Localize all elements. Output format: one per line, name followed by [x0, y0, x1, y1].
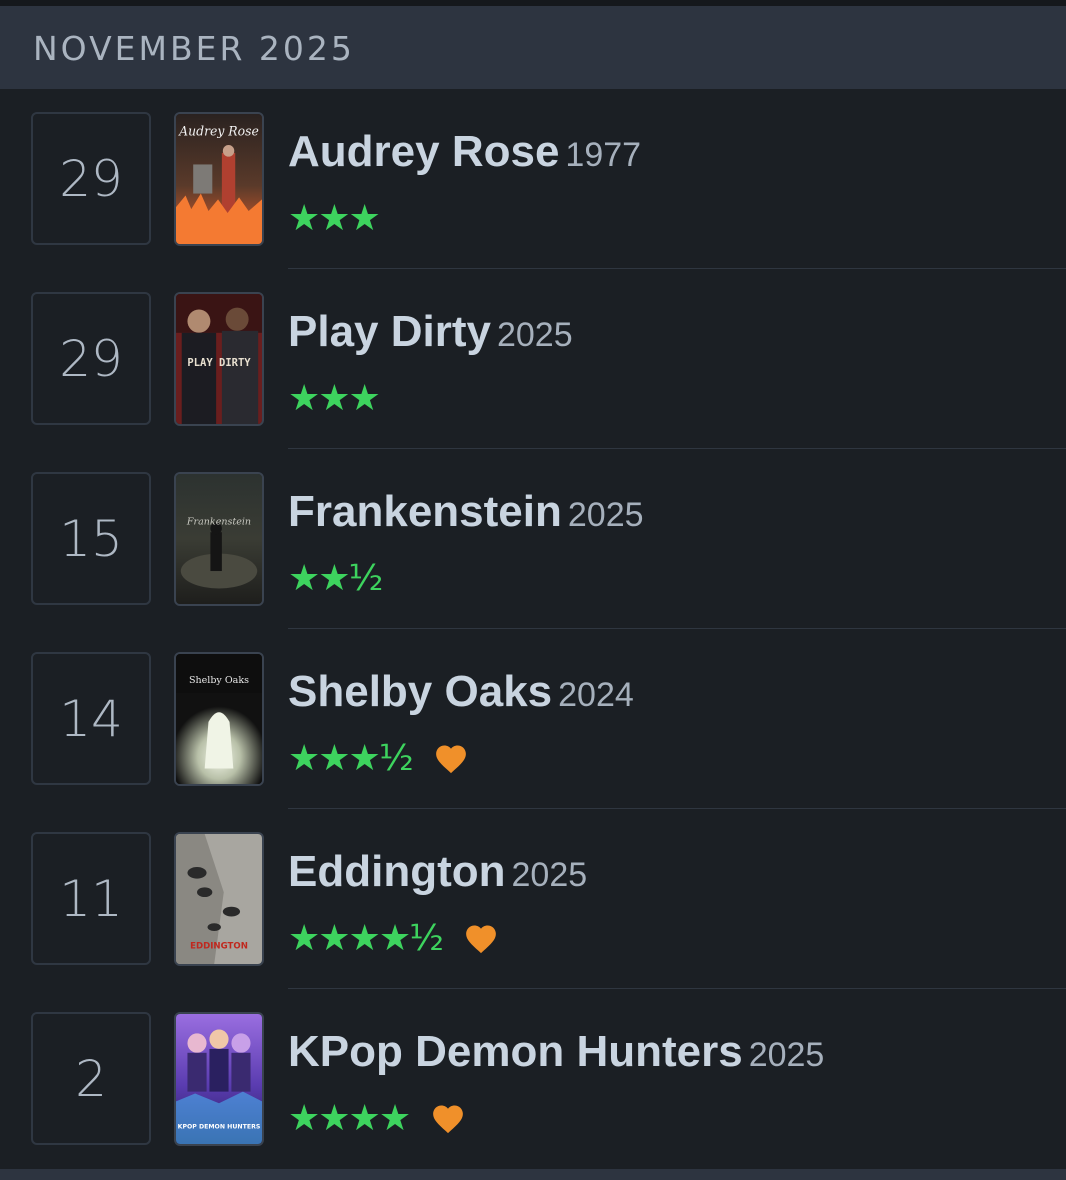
- day-number: 11: [59, 869, 123, 928]
- film-title[interactable]: Eddington: [288, 847, 506, 896]
- day-box[interactable]: 29: [31, 112, 151, 245]
- day-number: 15: [59, 509, 123, 568]
- bottom-edge: [0, 1169, 1066, 1180]
- film-title[interactable]: KPop Demon Hunters: [288, 1027, 743, 1076]
- day-box[interactable]: 15: [31, 472, 151, 605]
- star-rating: ★★½: [288, 558, 383, 599]
- film-poster[interactable]: Shelby Oaks: [174, 652, 264, 786]
- poster-title-text: EDDINGTON: [190, 941, 248, 951]
- rating: ★★★★½: [288, 919, 498, 959]
- rating: ★★★: [288, 378, 381, 419]
- film-poster[interactable]: EDDINGTON: [174, 832, 264, 966]
- film-year[interactable]: 2025: [512, 856, 588, 894]
- month-title: NOVEMBER 2025: [33, 29, 355, 68]
- day-box[interactable]: 14: [31, 652, 151, 785]
- film-title-line[interactable]: KPop Demon Hunters 2025: [288, 1027, 824, 1087]
- rating: ★★½: [288, 558, 383, 599]
- poster-title-text: Frankenstein: [186, 516, 251, 527]
- rating: ★★★: [288, 198, 381, 239]
- film-year[interactable]: 2025: [568, 496, 644, 534]
- diary-entry[interactable]: 14 Shelby Oaks Shelby Oaks 2024 ★★★½: [0, 629, 1066, 809]
- film-poster[interactable]: Frankenstein: [174, 472, 264, 606]
- poster-title-text: PLAY DIRTY: [187, 357, 251, 369]
- rating: ★★★½: [288, 739, 468, 779]
- diary-entry[interactable]: 15 Frankenstein Frankenstein 2025 ★★½: [0, 449, 1066, 629]
- film-poster[interactable]: Audrey Rose: [174, 112, 264, 246]
- diary-entry[interactable]: 29 Audrey Rose Audrey Rose 1977 ★★★: [0, 89, 1066, 269]
- film-title-line[interactable]: Play Dirty 2025: [288, 307, 573, 367]
- diary-entry[interactable]: 2 KPOP DEMON HUNTERS KPop Demon Hunters …: [0, 989, 1066, 1169]
- heart-icon: [435, 745, 466, 774]
- diary-entry[interactable]: 29 PLAY DIRTY Play Dirty 2025 ★★★: [0, 269, 1066, 449]
- star-rating: ★★★½: [288, 738, 414, 779]
- film-year[interactable]: 2025: [749, 1036, 825, 1074]
- film-title-line[interactable]: Shelby Oaks 2024: [288, 667, 634, 727]
- film-year[interactable]: 2025: [497, 316, 573, 354]
- rating: ★★★★: [288, 1099, 465, 1139]
- star-rating: ★★★★½: [288, 918, 444, 959]
- film-title[interactable]: Play Dirty: [288, 307, 491, 356]
- star-rating: ★★★★: [288, 1098, 411, 1139]
- day-number: 29: [59, 329, 123, 388]
- heart-icon: [466, 925, 496, 954]
- day-box[interactable]: 2: [31, 1012, 151, 1145]
- month-header: NOVEMBER 2025: [0, 6, 1066, 89]
- film-poster[interactable]: KPOP DEMON HUNTERS: [174, 1012, 264, 1146]
- poster-title-text: KPOP DEMON HUNTERS: [178, 1123, 261, 1130]
- film-title-line[interactable]: Frankenstein 2025: [288, 487, 644, 547]
- film-year[interactable]: 1977: [565, 136, 641, 174]
- day-number: 29: [59, 149, 123, 208]
- day-box[interactable]: 29: [31, 292, 151, 425]
- star-rating: ★★★: [288, 378, 381, 419]
- poster-title-text: Shelby Oaks: [189, 675, 249, 686]
- heart-icon: [433, 1105, 463, 1134]
- film-title-line[interactable]: Audrey Rose 1977: [288, 127, 641, 187]
- star-rating: ★★★: [288, 198, 381, 239]
- film-title[interactable]: Shelby Oaks: [288, 667, 552, 716]
- film-title-line[interactable]: Eddington 2025: [288, 847, 587, 907]
- day-number: 14: [59, 689, 123, 748]
- day-number: 2: [75, 1049, 107, 1108]
- poster-title-text: Audrey Rose: [178, 123, 259, 138]
- film-title[interactable]: Frankenstein: [288, 487, 562, 536]
- film-poster[interactable]: PLAY DIRTY: [174, 292, 264, 426]
- diary-entry[interactable]: 11 EDDINGTON Eddington 2025 ★★★★½: [0, 809, 1066, 989]
- diary-list: 29 Audrey Rose Audrey Rose 1977 ★★★ 29 P…: [0, 89, 1066, 1169]
- day-box[interactable]: 11: [31, 832, 151, 965]
- film-year[interactable]: 2024: [558, 676, 634, 714]
- film-title[interactable]: Audrey Rose: [288, 127, 559, 176]
